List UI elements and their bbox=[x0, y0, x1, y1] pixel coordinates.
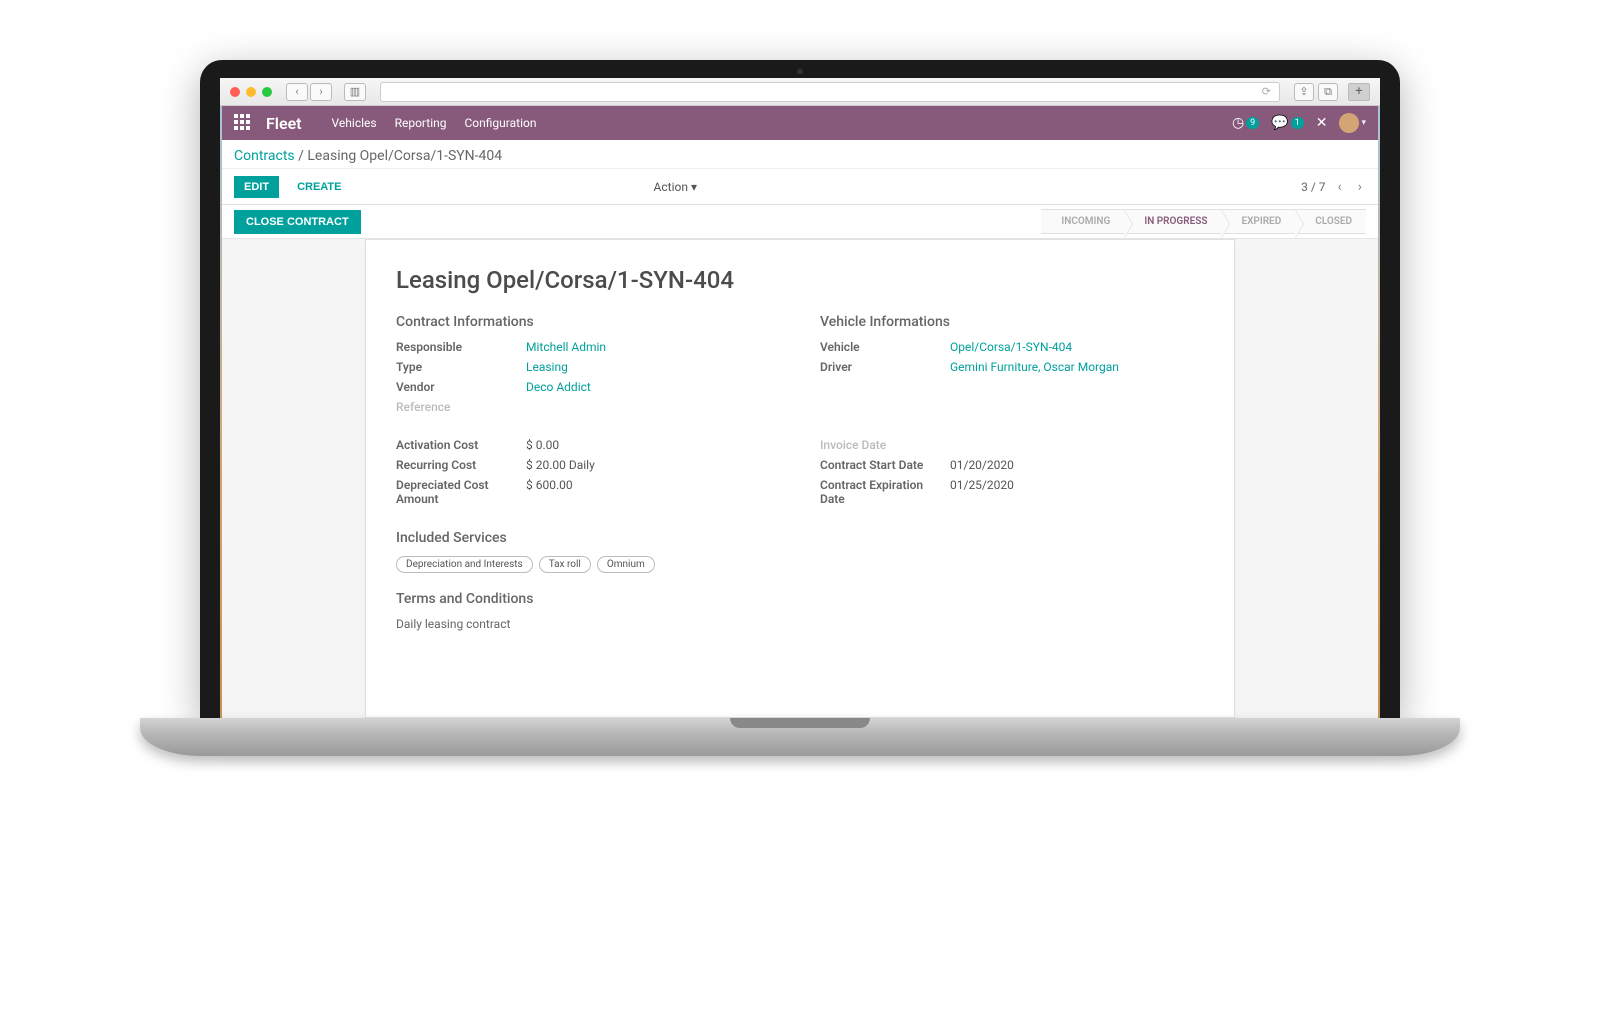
terms-title: Terms and Conditions bbox=[396, 591, 1204, 607]
stage-closed[interactable]: CLOSED bbox=[1295, 209, 1366, 234]
sidebar-toggle-icon[interactable]: ▥ bbox=[344, 83, 366, 101]
browser-nav: ‹ › bbox=[286, 83, 332, 101]
activation-cost-value: $ 0.00 bbox=[526, 438, 559, 452]
costs-section: Activation Cost $ 0.00 Recurring Cost $ … bbox=[396, 438, 780, 512]
vendor-label: Vendor bbox=[396, 380, 526, 394]
breadcrumb-parent[interactable]: Contracts bbox=[234, 148, 295, 164]
pager-text: 3 / 7 bbox=[1301, 180, 1325, 194]
user-menu[interactable]: ▾ bbox=[1339, 113, 1366, 133]
breadcrumb: Contracts / Leasing Opel/Corsa/1-SYN-404 bbox=[222, 140, 1378, 169]
tabs-icon[interactable]: ⧉ bbox=[1318, 83, 1338, 101]
recurring-cost-value: $ 20.00 Daily bbox=[526, 458, 595, 472]
new-tab-button[interactable]: + bbox=[1348, 83, 1370, 101]
start-date-label: Contract Start Date bbox=[820, 458, 950, 472]
tag-tax-roll[interactable]: Tax roll bbox=[539, 556, 591, 573]
form-scroll[interactable]: Leasing Opel/Corsa/1-SYN-404 Contract In… bbox=[222, 239, 1378, 718]
vehicle-label: Vehicle bbox=[820, 340, 950, 354]
type-value[interactable]: Leasing bbox=[526, 360, 568, 374]
breadcrumb-sep: / bbox=[298, 148, 304, 164]
terms-text: Daily leasing contract bbox=[396, 617, 1204, 631]
close-window-icon[interactable] bbox=[230, 87, 240, 97]
included-services-title: Included Services bbox=[396, 530, 1204, 546]
start-date-value: 01/20/2020 bbox=[950, 458, 1014, 472]
app-window: Fleet Vehicles Reporting Configuration ◷… bbox=[222, 106, 1378, 718]
browser-chrome: ‹ › ▥ ⟳ ⇪ ⧉ + bbox=[220, 78, 1380, 106]
vendor-value[interactable]: Deco Addict bbox=[526, 380, 591, 394]
close-icon[interactable]: ✕ bbox=[1316, 115, 1328, 131]
contract-info-title: Contract Informations bbox=[396, 314, 780, 330]
form-sheet: Leasing Opel/Corsa/1-SYN-404 Contract In… bbox=[365, 239, 1235, 718]
url-bar[interactable]: ⟳ bbox=[380, 82, 1280, 102]
app-name[interactable]: Fleet bbox=[266, 114, 302, 133]
status-bar: CLOSE CONTRACT INCOMING IN PROGRESS EXPI… bbox=[222, 205, 1378, 239]
invoice-date-label: Invoice Date bbox=[820, 438, 950, 452]
maximize-window-icon[interactable] bbox=[262, 87, 272, 97]
dates-section: Invoice Date Contract Start Date 01/20/2… bbox=[820, 438, 1204, 512]
vehicle-info-title: Vehicle Informations bbox=[820, 314, 1204, 330]
type-label: Type bbox=[396, 360, 526, 374]
action-label: Action bbox=[654, 180, 688, 194]
activity-count: 9 bbox=[1246, 117, 1259, 129]
record-title: Leasing Opel/Corsa/1-SYN-404 bbox=[396, 266, 1204, 294]
menu-configuration[interactable]: Configuration bbox=[465, 116, 537, 130]
reference-label: Reference bbox=[396, 400, 526, 414]
driver-label: Driver bbox=[820, 360, 950, 374]
services-tags: Depreciation and Interests Tax roll Omni… bbox=[396, 556, 1204, 573]
responsible-value[interactable]: Mitchell Admin bbox=[526, 340, 606, 354]
pager: 3 / 7 ‹ › bbox=[1301, 177, 1366, 197]
vehicle-value[interactable]: Opel/Corsa/1-SYN-404 bbox=[950, 340, 1072, 354]
chevron-down-icon: ▾ bbox=[691, 180, 697, 194]
contract-info-section: Contract Informations Responsible Mitche… bbox=[396, 314, 780, 420]
trackpad-notch bbox=[730, 718, 870, 728]
forward-button[interactable]: › bbox=[310, 83, 332, 101]
depreciated-cost-label: Depreciated Cost Amount bbox=[396, 478, 526, 506]
chat-icon: 💬 bbox=[1271, 115, 1288, 131]
laptop-mockup: ‹ › ▥ ⟳ ⇪ ⧉ + bbox=[200, 60, 1400, 756]
menu-vehicles[interactable]: Vehicles bbox=[332, 116, 377, 130]
camera bbox=[797, 68, 804, 75]
screen: ‹ › ▥ ⟳ ⇪ ⧉ + bbox=[220, 78, 1380, 718]
share-icon[interactable]: ⇪ bbox=[1294, 83, 1314, 101]
tag-omnium[interactable]: Omnium bbox=[597, 556, 655, 573]
topnav-menu: Vehicles Reporting Configuration bbox=[332, 116, 537, 130]
laptop-base bbox=[140, 718, 1460, 756]
menu-reporting[interactable]: Reporting bbox=[395, 116, 447, 130]
apps-menu-icon[interactable] bbox=[234, 114, 252, 132]
breadcrumb-current: Leasing Opel/Corsa/1-SYN-404 bbox=[307, 148, 502, 164]
edit-button[interactable]: EDIT bbox=[234, 176, 279, 198]
screen-bezel: ‹ › ▥ ⟳ ⇪ ⧉ + bbox=[200, 60, 1400, 718]
depreciated-cost-value: $ 600.00 bbox=[526, 478, 573, 506]
action-dropdown[interactable]: Action ▾ bbox=[654, 180, 697, 194]
top-nav: Fleet Vehicles Reporting Configuration ◷… bbox=[222, 106, 1378, 140]
status-stages: INCOMING IN PROGRESS EXPIRED CLOSED bbox=[1041, 209, 1366, 234]
responsible-label: Responsible bbox=[396, 340, 526, 354]
vehicle-info-section: Vehicle Informations Vehicle Opel/Corsa/… bbox=[820, 314, 1204, 420]
window-controls bbox=[230, 87, 272, 97]
stage-incoming[interactable]: INCOMING bbox=[1041, 209, 1124, 234]
recurring-cost-label: Recurring Cost bbox=[396, 458, 526, 472]
activity-indicator[interactable]: ◷ 9 bbox=[1232, 115, 1259, 131]
avatar bbox=[1339, 113, 1359, 133]
message-count: 1 bbox=[1291, 117, 1304, 129]
control-bar: EDIT CREATE Action ▾ 3 / 7 ‹ › bbox=[222, 169, 1378, 205]
clock-icon: ◷ bbox=[1232, 115, 1244, 131]
chevron-down-icon: ▾ bbox=[1361, 118, 1366, 128]
stage-in-progress[interactable]: IN PROGRESS bbox=[1124, 209, 1221, 234]
tag-depreciation[interactable]: Depreciation and Interests bbox=[396, 556, 533, 573]
create-button[interactable]: CREATE bbox=[287, 176, 351, 198]
expiration-date-value: 01/25/2020 bbox=[950, 478, 1014, 506]
desktop-wallpaper: Fleet Vehicles Reporting Configuration ◷… bbox=[220, 106, 1380, 718]
close-contract-button[interactable]: CLOSE CONTRACT bbox=[234, 210, 361, 234]
driver-value[interactable]: Gemini Furniture, Oscar Morgan bbox=[950, 360, 1119, 374]
pager-next[interactable]: › bbox=[1354, 177, 1366, 197]
minimize-window-icon[interactable] bbox=[246, 87, 256, 97]
back-button[interactable]: ‹ bbox=[286, 83, 308, 101]
stage-expired[interactable]: EXPIRED bbox=[1221, 209, 1295, 234]
messages-indicator[interactable]: 💬 1 bbox=[1271, 115, 1304, 131]
pager-prev[interactable]: ‹ bbox=[1334, 177, 1346, 197]
expiration-date-label: Contract Expiration Date bbox=[820, 478, 950, 506]
activation-cost-label: Activation Cost bbox=[396, 438, 526, 452]
refresh-icon[interactable]: ⟳ bbox=[1262, 85, 1271, 98]
